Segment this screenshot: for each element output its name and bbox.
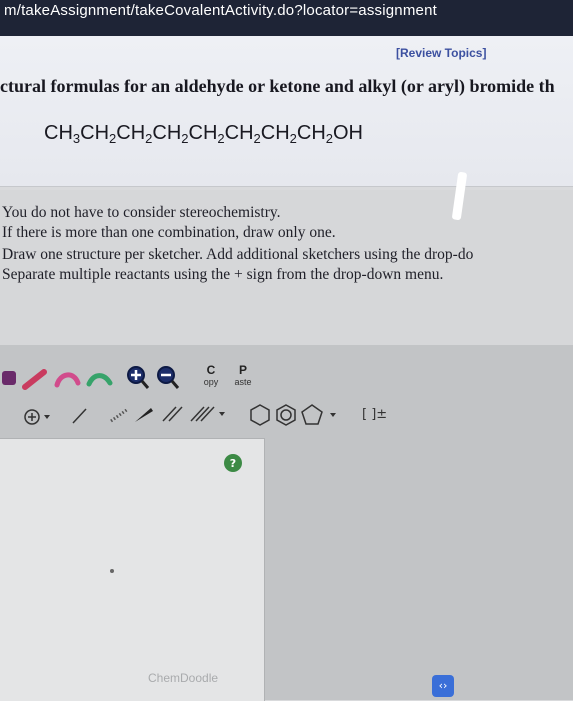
formula-subscript: 2: [181, 131, 189, 146]
formula-group: CH: [116, 122, 146, 144]
formula-subscript: 2: [253, 131, 261, 146]
paste-label: aste: [234, 377, 252, 387]
formula-group: CH: [224, 122, 254, 144]
help-glyph: ?: [230, 457, 236, 470]
review-topics-link[interactable]: [Review Topics]: [396, 46, 486, 60]
copy-button[interactable]: C opy: [200, 363, 222, 387]
eraser-icon[interactable]: [2, 367, 18, 389]
zoom-in-icon[interactable]: [126, 365, 150, 391]
copy-label: opy: [203, 377, 219, 387]
canvas-dot: [110, 569, 114, 573]
instruction-line-2: If there is more than one combination, d…: [2, 224, 336, 241]
instruction-line-1: You do not have to consider stereochemis…: [2, 204, 281, 221]
add-charge-dropdown[interactable]: [22, 407, 54, 427]
url-text: m/takeAssignment/takeCovalentActivity.do…: [4, 2, 437, 19]
bracket-charge-tool[interactable]: [ ]±: [362, 407, 387, 422]
formula-group: CH: [296, 122, 326, 144]
sketcher-toolbar-bonds: [ ]±: [0, 397, 573, 433]
wedge-bond-icon[interactable]: [132, 403, 156, 425]
single-bond-icon[interactable]: [70, 405, 90, 427]
benzene-icon[interactable]: [274, 403, 298, 427]
hashed-bond-icon[interactable]: [108, 403, 132, 425]
help-icon[interactable]: ?: [222, 452, 244, 474]
question-prompt: ctural formulas for an aldehyde or keton…: [0, 76, 555, 96]
zoom-out-icon[interactable]: [156, 365, 180, 391]
double-bond-icon[interactable]: [160, 403, 188, 425]
instruction-line-3: Draw one structure per sketcher. Add add…: [2, 246, 474, 263]
expand-handle-icon[interactable]: ‹›: [432, 675, 454, 697]
paste-letter: P: [238, 363, 247, 377]
triple-bond-dropdown[interactable]: [188, 403, 228, 425]
formula-group: CH: [188, 122, 218, 144]
copy-letter: C: [206, 363, 216, 377]
formula-subscript: 2: [325, 131, 333, 146]
formula-group: CH: [260, 122, 290, 144]
pencil-icon[interactable]: [22, 369, 48, 391]
chemdoodle-watermark: ChemDoodle: [148, 671, 219, 685]
cyclopentane-dropdown[interactable]: [300, 403, 340, 427]
lasso-icon[interactable]: [54, 369, 82, 389]
paste-button[interactable]: P aste: [230, 363, 256, 387]
sketcher-toolbar-top: C opy P aste: [0, 363, 573, 397]
chemdoodle-sketcher: C opy P aste []± ? ChemDoodle ‹›: [0, 345, 573, 701]
formula-group: CH: [152, 122, 182, 144]
formula-group: OH: [333, 122, 363, 144]
formula-subscript: 2: [217, 131, 225, 146]
instruction-line-4: Separate multiple reactants using the + …: [2, 266, 444, 283]
formula-group: CH: [80, 122, 110, 144]
question-header: [Review Topics] ctural formulas for an a…: [0, 36, 573, 186]
formula-group: CH: [44, 122, 73, 144]
browser-url-bar[interactable]: m/takeAssignment/takeCovalentActivity.do…: [0, 0, 573, 36]
instructions-block: You do not have to consider stereochemis…: [0, 190, 573, 345]
target-formula: CH3CH2CH2CH2CH2CH2CH2CH2OH: [44, 122, 363, 146]
undo-icon[interactable]: [86, 369, 114, 389]
section-divider: [0, 186, 573, 187]
sketcher-canvas[interactable]: ? ChemDoodle: [0, 438, 265, 701]
cyclohexane-icon[interactable]: [248, 403, 272, 427]
formula-subscript: 2: [289, 131, 297, 146]
